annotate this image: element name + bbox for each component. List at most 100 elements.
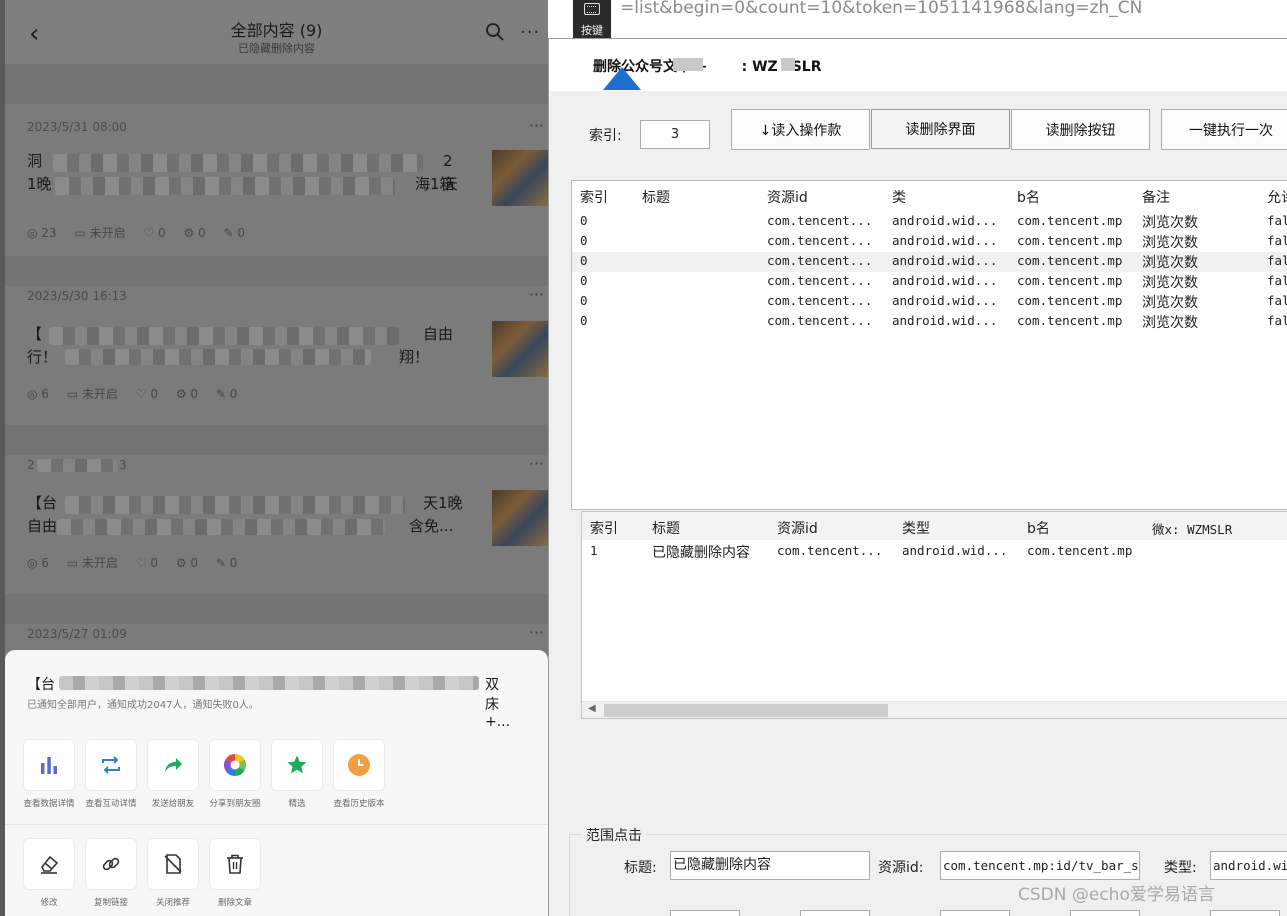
share-moments-button[interactable]: 分享到朋友圈 (209, 739, 261, 809)
table-row[interactable]: 0 com.tencent... android.wid... com.tencent… (572, 212, 1287, 232)
post-thumbnail (492, 490, 548, 546)
table-cell: 0 (580, 313, 588, 328)
search-icon[interactable] (485, 22, 505, 42)
history-version-button[interactable]: 查看历史版本 (333, 739, 385, 809)
table-cell: fal (1267, 293, 1287, 308)
post-text-end: 天1晚 (423, 494, 463, 512)
redacted-text (49, 327, 399, 345)
post-text-end: 自由 (423, 325, 454, 343)
type-field[interactable]: android.wi (1210, 851, 1287, 880)
table-cell: android.wid... (892, 313, 998, 328)
col-header-index[interactable]: 索引 (580, 187, 608, 207)
extra-field[interactable] (940, 910, 1010, 916)
extra-field[interactable] (1070, 910, 1140, 916)
task-button-label: 按键 (581, 24, 603, 37)
delete-article-button[interactable]: 删除文章 (209, 838, 261, 908)
index-input[interactable]: 3 (640, 120, 710, 149)
table-row[interactable]: 0 com.tencent... android.wid... com.tencent… (572, 272, 1287, 292)
col-header-title[interactable]: 标题 (652, 518, 680, 538)
table-cell: com.tencent.mp (1027, 543, 1133, 558)
col-header-index[interactable]: 索引 (590, 518, 618, 538)
table-cell: fal (1267, 213, 1287, 228)
table-row[interactable]: 0 com.tencent... android.wid... com.tencent… (572, 292, 1287, 312)
element-list-table[interactable]: 索引 标题 资源id 类 b名 备注 允许 0 com.tencent... and… (571, 180, 1287, 510)
post-date: 2023/5/31 08:00 (27, 120, 127, 134)
table-row[interactable]: 1 已隐藏删除内容 com.tencent... android.wid... com.… (582, 542, 1287, 562)
redacted-text (673, 58, 703, 71)
extra-field[interactable] (670, 910, 740, 916)
post-text-start: 【台 (27, 494, 58, 512)
page-title: 全部内容 (9) (230, 21, 323, 40)
views-icon: ◎ 6 (27, 556, 49, 570)
task-button[interactable]: 按键 (573, 0, 611, 38)
resid-field[interactable]: com.tencent.mp:id/tv_bar_s (940, 851, 1140, 880)
featured-button[interactable]: 精选 (271, 739, 323, 809)
action-box (209, 838, 261, 890)
window-titlebar: 删除公众号文章 +: WZ SLR (549, 39, 1287, 91)
col-header-resource-id[interactable]: 资源id (767, 187, 808, 207)
col-header-wx[interactable]: 微x: WZMSLR (1152, 519, 1232, 538)
table-row[interactable]: 0 com.tencent... android.wid... com.tencent… (572, 312, 1287, 332)
post-more-icon[interactable]: ··· (529, 116, 544, 135)
extra-field[interactable] (1210, 910, 1280, 916)
read-delete-button-button[interactable]: 读删除按钮 (1011, 109, 1150, 150)
action-box (271, 739, 323, 791)
post-more-icon[interactable]: ··· (529, 623, 544, 642)
view-data-button[interactable]: 查看数据详情 (23, 739, 75, 809)
link-icon (102, 857, 120, 871)
post-stats: ◎ 6 ▭ 未开启 ♡ 0 ⚙ 0 ✎ 0 (27, 554, 251, 571)
col-header-allow[interactable]: 允许 (1267, 187, 1287, 207)
edit-button[interactable]: 修改 (23, 838, 75, 908)
watermark: CSDN @echo爱学易语言 (1018, 885, 1215, 905)
edit-icon: ✎ 0 (223, 226, 246, 240)
sheet-title-start: 【台 (27, 677, 55, 693)
title-field[interactable]: 已隐藏删除内容 (670, 851, 870, 880)
col-header-resource-id[interactable]: 资源id (777, 518, 818, 538)
table-cell: 0 (580, 213, 588, 228)
horizontal-scrollbar[interactable]: ◀ ▶ (582, 701, 1287, 718)
action-box (85, 838, 137, 890)
keyboard-icon (584, 3, 600, 15)
url-text[interactable]: =list&begin=0&count=10&token=1051141968&… (620, 0, 1142, 18)
table-row[interactable]: 0 com.tencent... android.wid... com.tencent… (572, 232, 1287, 252)
close-recommend-button[interactable]: 关闭推荐 (147, 838, 199, 908)
window-title-mid: : (741, 59, 748, 75)
col-header-b-name[interactable]: b名 (1017, 187, 1040, 207)
action-box (333, 739, 385, 791)
post-item-2[interactable]: 2023/5/30 16:13 ··· 【 自由 行！ 翔！ ◎ 6 ▭ 未开启… (5, 285, 548, 435)
table-cell: 0 (580, 273, 588, 288)
table-row[interactable]: 0 com.tencent... android.wid... com.tencent… (572, 252, 1287, 272)
col-header-note[interactable]: 备注 (1142, 187, 1170, 207)
more-menu-icon[interactable]: ··· (520, 22, 540, 43)
view-interaction-button[interactable]: 查看互动详情 (85, 739, 137, 809)
read-delete-ui-button[interactable]: 读删除界面 (871, 109, 1010, 149)
post-item-1[interactable]: 2023/5/31 08:00 ··· 洞 2天 1晚 海1箱 ◎ 23 ▭ 未… (5, 116, 548, 266)
table-cell: 浏览次数 (1142, 235, 1198, 251)
edit-icon: ✎ 0 (215, 387, 238, 401)
extra-field[interactable] (800, 910, 870, 916)
table-cell: android.wid... (892, 293, 998, 308)
table-cell: com.tencent... (777, 543, 883, 558)
page-subtitle: 已隐藏删除内容 (238, 42, 315, 55)
table-cell: fal (1267, 273, 1287, 288)
execute-once-button[interactable]: 一键执行一次 (1161, 109, 1287, 150)
post-more-icon[interactable]: ··· (529, 285, 544, 304)
col-header-b-name[interactable]: b名 (1027, 518, 1050, 538)
action-box (147, 838, 199, 890)
col-header-class[interactable]: 类 (892, 187, 906, 207)
post-more-icon[interactable]: ··· (529, 454, 544, 473)
action-box (23, 838, 75, 890)
table-cell: com.tencent.mp (1017, 233, 1123, 248)
col-header-type[interactable]: 类型 (902, 518, 930, 538)
target-list-table[interactable]: 索引 标题 资源id 类型 b名 微x: WZMSLR 允 1 已隐藏删除内容 co… (581, 511, 1287, 719)
scroll-left-icon[interactable]: ◀ (588, 703, 596, 714)
post-item-3[interactable]: 2 3 ··· 【台 天1晚 自由 含免... ◎ 6 ▭ 未开启 ♡ 0 ⚙ … (5, 454, 548, 604)
send-to-friend-button[interactable]: 发送给朋友 (147, 739, 199, 809)
col-header-title[interactable]: 标题 (642, 187, 670, 207)
scrollbar-thumb[interactable] (604, 704, 888, 717)
read-operation-button[interactable]: ↓读入操作款 (731, 109, 870, 150)
copy-link-button[interactable]: 复制链接 (85, 838, 137, 908)
phone-header: ‹ 全部内容 (9) 已隐藏删除内容 ··· (5, 0, 548, 64)
table-cell: android.wid... (892, 253, 998, 268)
table-cell: fal (1267, 233, 1287, 248)
